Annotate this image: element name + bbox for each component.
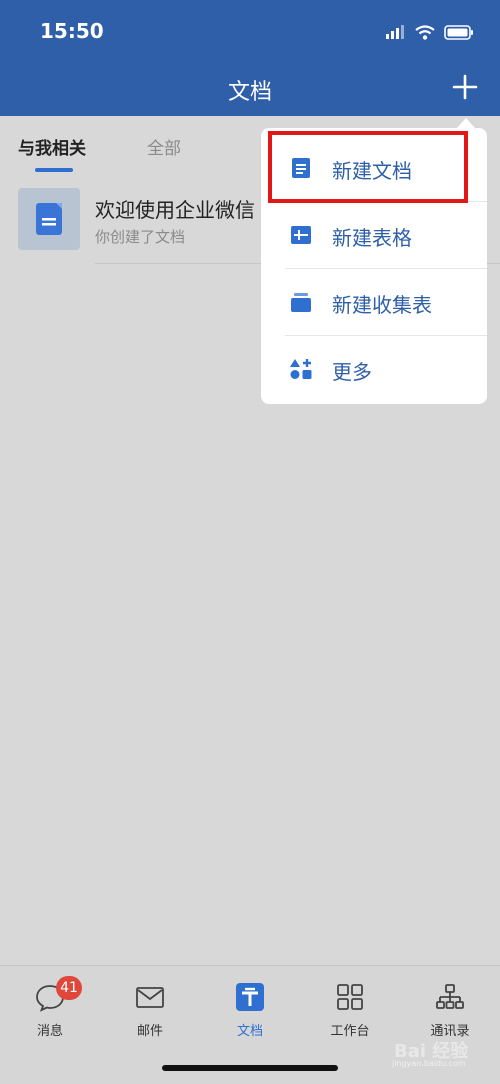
doc-subtitle: 你创建了文档 [95,228,186,246]
nav-item-workbench[interactable]: 工作台 [300,966,400,1046]
tab-indicator [35,168,73,172]
mail-icon [136,987,164,1008]
header: 15:50 文档 [0,0,500,116]
collection-form-icon [291,293,311,312]
plus-icon[interactable] [450,72,480,102]
menu-item-label: 更多 [332,360,372,384]
status-icons [386,22,474,42]
table-icon [291,226,311,244]
menu-item-new-table[interactable]: 新建表格 [261,201,487,268]
nav-label: 文档 [236,1024,263,1039]
org-chart-icon [436,984,464,1009]
nav-label: 邮件 [136,1024,163,1039]
wifi-icon [415,24,435,40]
menu-item-label: 新建收集表 [332,293,432,317]
highlight-annotation [268,131,468,203]
grid-icon [337,984,363,1010]
watermark-url: jingyan.baidu.com [392,1059,466,1068]
doc-icon [18,188,80,250]
menu-item-more[interactable]: 更多 [261,335,487,402]
menu-item-label: 新建表格 [332,226,412,250]
docs-icon [236,983,264,1011]
watermark: Bai 经验 jingyan.baidu.com [382,1037,497,1068]
tab-related[interactable]: 与我相关 [18,134,86,159]
home-indicator [162,1065,338,1071]
nav-label: 消息 [36,1024,63,1039]
nav-item-messages[interactable]: 41 消息 [0,966,100,1046]
menu-item-new-collection-form[interactable]: 新建收集表 [261,268,487,335]
battery-icon [444,24,473,40]
status-time: 15:50 [40,19,104,43]
signal-icon [386,25,404,39]
nav-item-contacts[interactable]: 通讯录 [400,966,500,1046]
shapes-icon [290,359,312,379]
nav-item-docs[interactable]: 文档 [200,966,300,1046]
unread-badge: 41 [56,976,82,1000]
page-title: 文档 [227,80,272,105]
nav-item-mail[interactable]: 邮件 [100,966,200,1046]
tab-all[interactable]: 全部 [147,134,181,159]
doc-title: 欢迎使用企业微信 [95,198,255,222]
